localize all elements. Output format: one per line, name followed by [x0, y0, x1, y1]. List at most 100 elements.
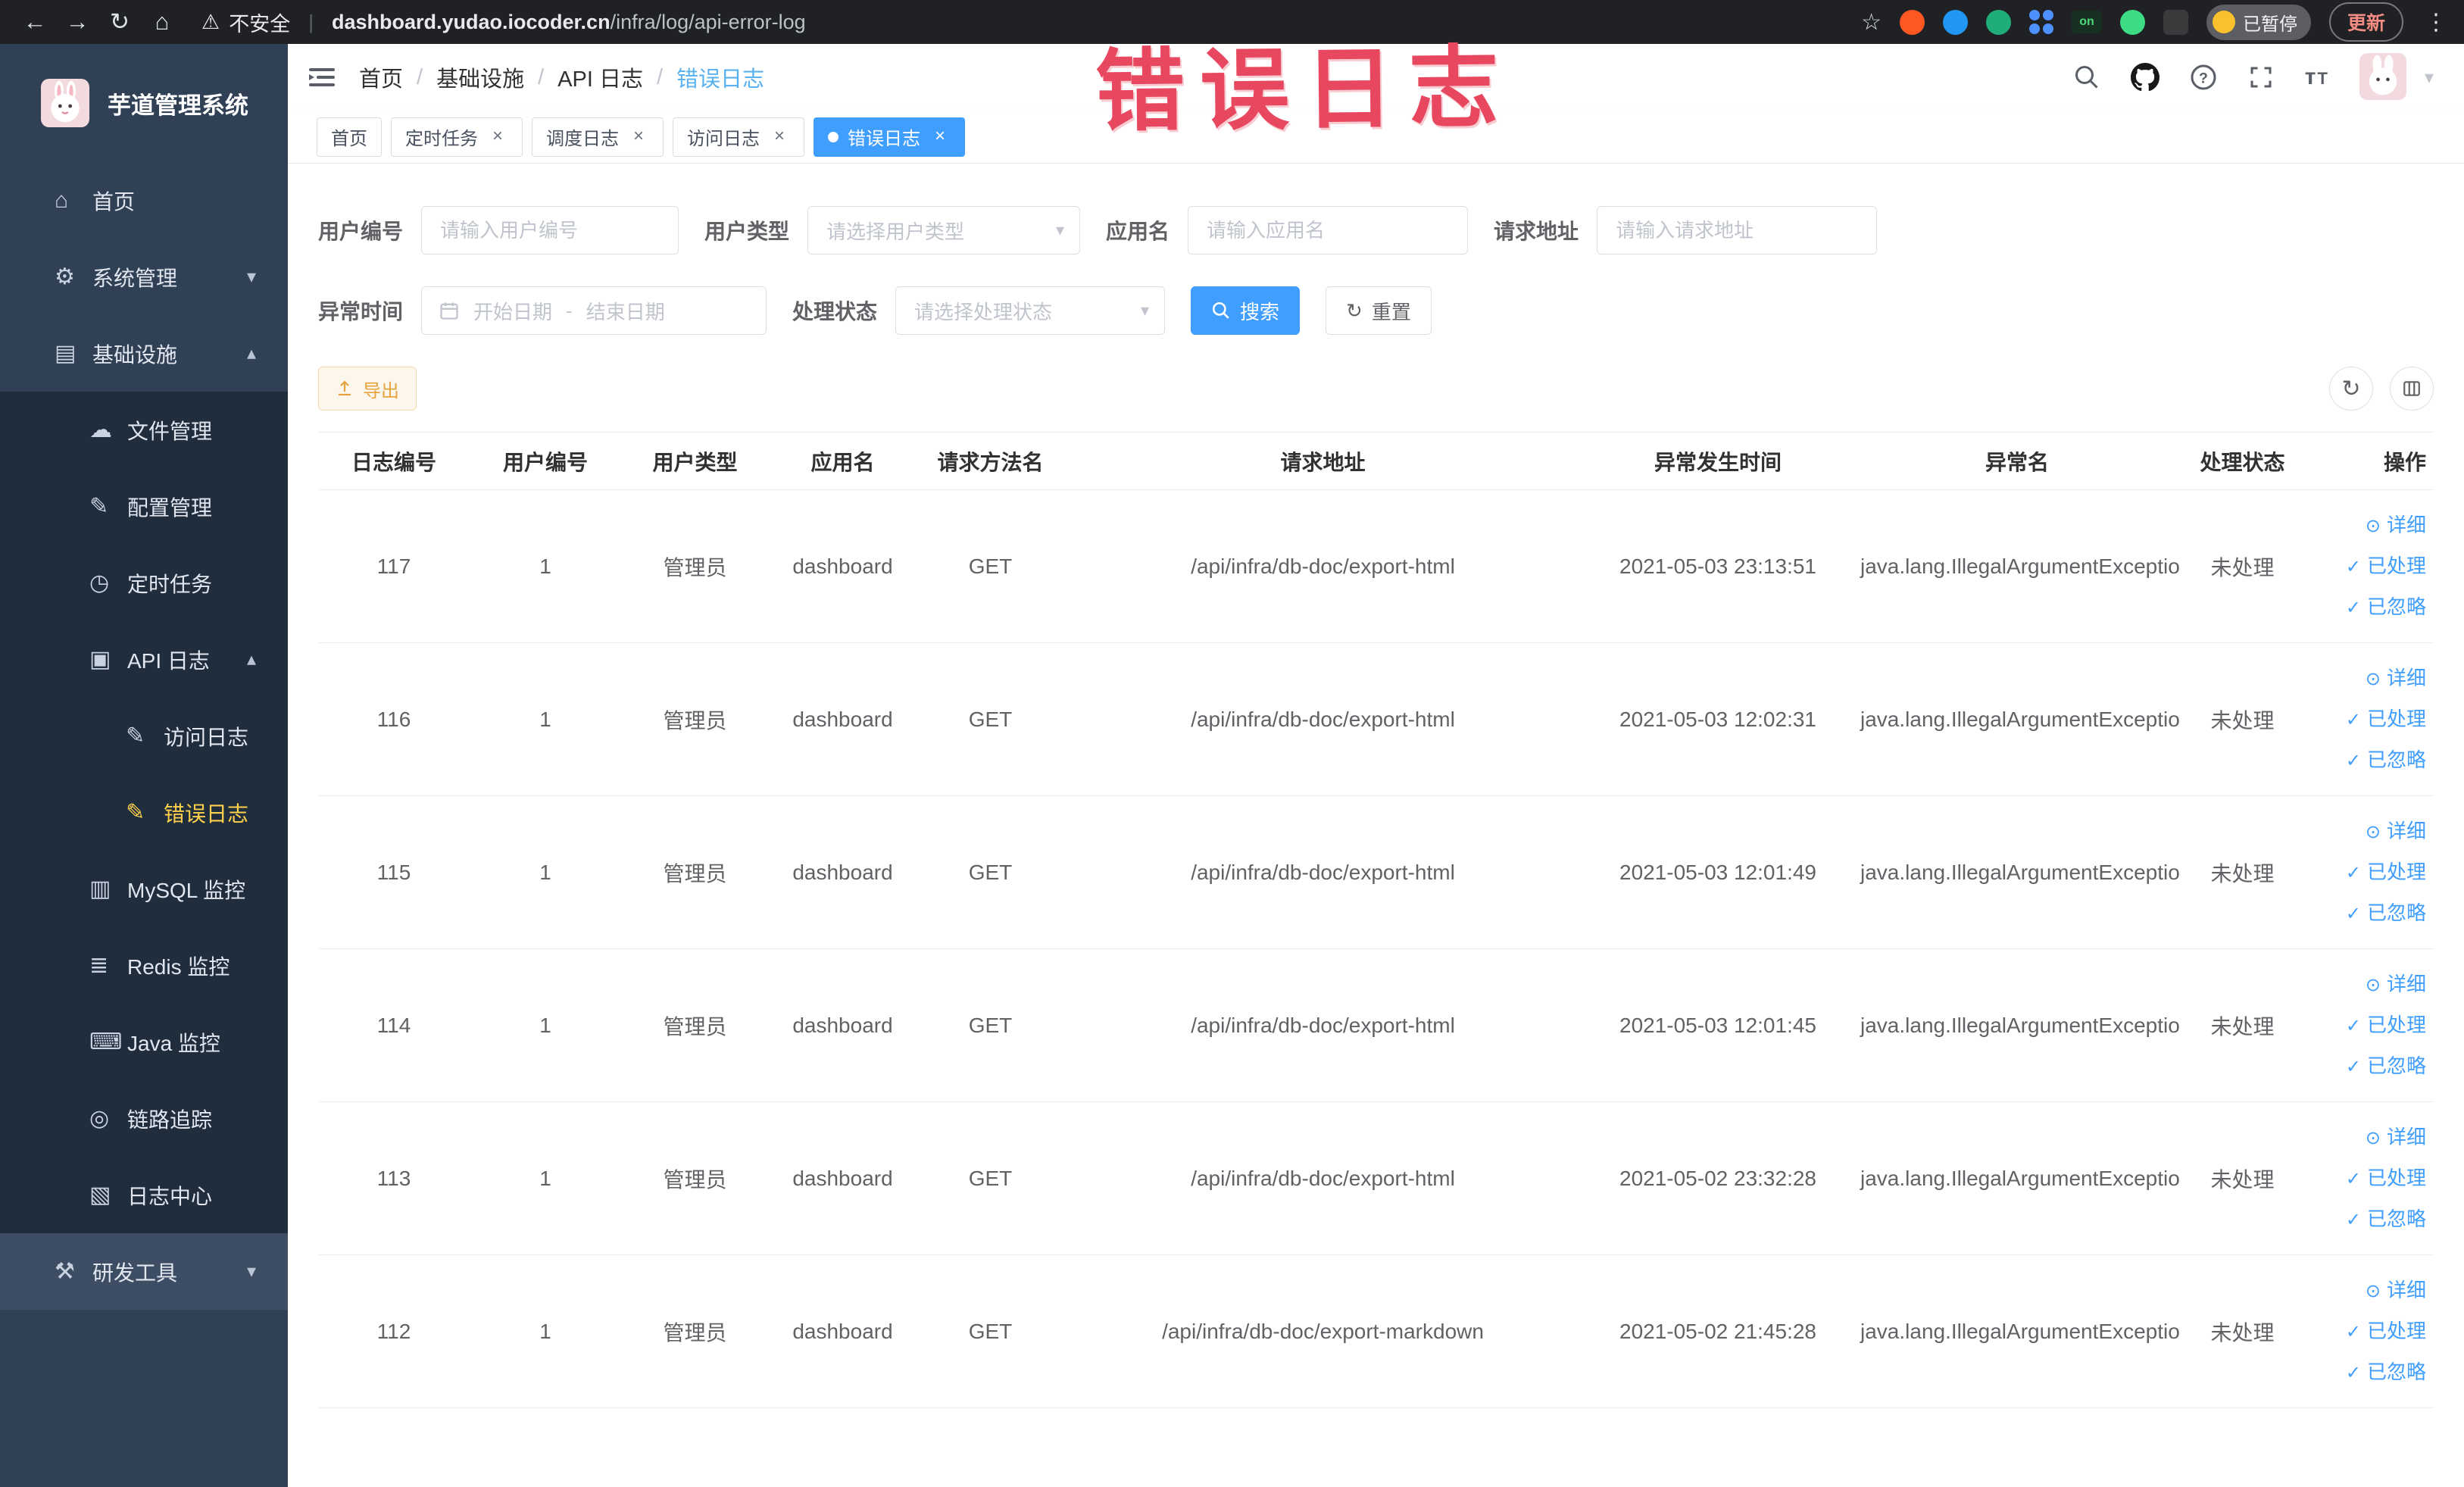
action-detail[interactable]: ⊙ 详细 — [2311, 1117, 2426, 1158]
sidebar-item-home[interactable]: ⌂ 首页 — [0, 162, 288, 239]
sidebar-item-api-log[interactable]: ▣ API 日志 ▴ — [0, 621, 288, 698]
action-detail[interactable]: ⊙ 详细 — [2311, 1270, 2426, 1311]
tag-access-log[interactable]: 访问日志 × — [673, 117, 804, 157]
search-icon — [1211, 301, 1231, 320]
sidebar-item-java[interactable]: ⌨ Java 监控 — [0, 1004, 288, 1080]
chevron-down-icon: ▾ — [246, 267, 256, 287]
sidebar-item-trace[interactable]: ◎ 链路追踪 — [0, 1080, 288, 1157]
action-processed[interactable]: ✓ 已处理 — [2311, 546, 2426, 587]
back-icon[interactable]: ← — [17, 8, 53, 36]
breadcrumb-item[interactable]: 首页 — [359, 61, 403, 93]
sidebar-item-devtools[interactable]: ⚒ 研发工具 ▾ — [0, 1233, 288, 1310]
request-url-input[interactable] — [1597, 206, 1878, 255]
process-status-select[interactable]: 请选择处理状态 ▾ — [895, 286, 1166, 335]
sidebar-item-mysql[interactable]: ▥ MySQL 监控 — [0, 851, 288, 927]
security-chip[interactable]: ⚠ 不安全 — [201, 8, 290, 37]
font-size-icon[interactable]: тT — [2305, 64, 2329, 90]
cell-app-name: dashboard — [792, 1166, 893, 1190]
address-bar[interactable]: dashboard.yudao.iocoder.cn/infra/log/api… — [332, 11, 806, 34]
start-date-placeholder: 开始日期 — [473, 300, 553, 323]
refresh-table-button[interactable]: ↻ — [2329, 367, 2373, 411]
sidebar-item-config[interactable]: ✎ 配置管理 — [0, 468, 288, 545]
edit-square-icon: ✎ — [126, 800, 145, 825]
cell-user-id: 1 — [539, 860, 551, 884]
action-detail[interactable]: ⊙ 详细 — [2311, 505, 2426, 546]
exception-time-range-picker[interactable]: 开始日期 - 结束日期 — [421, 286, 767, 335]
chevron-down-icon: ▾ — [1140, 301, 1150, 320]
action-processed[interactable]: ✓ 已处理 — [2311, 1158, 2426, 1199]
action-ignore[interactable]: ✓ 已忽略 — [2311, 587, 2426, 628]
extension-icon[interactable] — [1985, 9, 2011, 35]
action-detail[interactable]: ⊙ 详细 — [2311, 658, 2426, 699]
browser-update-button[interactable]: 更新 — [2328, 2, 2403, 42]
help-icon[interactable]: ? — [2190, 64, 2217, 91]
action-ignore[interactable]: ✓ 已忽略 — [2311, 740, 2426, 781]
process-status-label: 处理状态 — [792, 300, 878, 323]
export-button[interactable]: 导出 — [318, 367, 417, 411]
column-settings-button[interactable] — [2390, 367, 2434, 411]
tag-close-icon[interactable]: × — [929, 126, 951, 148]
tag-error-log[interactable]: 错误日志 × — [814, 117, 965, 157]
tag-close-icon[interactable]: × — [487, 126, 508, 148]
fullscreen-icon[interactable] — [2247, 64, 2275, 91]
search-icon[interactable] — [2073, 64, 2100, 91]
extension-grid-icon[interactable] — [2028, 10, 2053, 34]
forward-icon[interactable]: → — [59, 8, 95, 36]
action-ignore[interactable]: ✓ 已忽略 — [2311, 1352, 2426, 1393]
user-id-input[interactable] — [421, 206, 679, 255]
paused-badge[interactable]: 已暂停 — [2206, 4, 2311, 40]
sidebar-item-access-log[interactable]: ✎ 访问日志 — [0, 698, 288, 774]
sidebar-item-log-center[interactable]: ▧ 日志中心 — [0, 1157, 288, 1233]
extension-icon[interactable] — [1942, 9, 1968, 35]
cell-url: /api/infra/db-doc/export-html — [1191, 860, 1455, 884]
cell-url: /api/infra/db-doc/export-html — [1191, 707, 1455, 731]
action-ignore[interactable]: ✓ 已忽略 — [2311, 1046, 2426, 1087]
tag-close-icon[interactable]: × — [769, 126, 790, 148]
sidebar-item-label: 基础设施 — [92, 342, 178, 367]
tag-home[interactable]: 首页 — [317, 117, 382, 157]
tag-close-icon[interactable]: × — [628, 126, 649, 148]
action-processed[interactable]: ✓ 已处理 — [2311, 852, 2426, 893]
reload-icon[interactable]: ↻ — [101, 8, 138, 36]
sidebar-item-infra[interactable]: ▤ 基础设施 ▴ — [0, 315, 288, 392]
breadcrumb-item[interactable]: 基础设施 — [436, 61, 524, 93]
chevron-up-icon: ▴ — [246, 649, 256, 670]
date-separator: - — [566, 298, 573, 322]
bookmark-star-icon[interactable]: ☆ — [1861, 9, 1882, 36]
hamburger-icon[interactable] — [308, 65, 336, 89]
sidebar-item-file[interactable]: ☁ 文件管理 — [0, 392, 288, 468]
trace-eye-icon: ◎ — [89, 1106, 110, 1131]
user-id-label: 用户编号 — [318, 220, 404, 243]
reset-button[interactable]: ↻ 重置 — [1326, 286, 1432, 335]
extension-icon[interactable] — [2119, 9, 2145, 35]
app-title: 芋道管理系统 — [108, 92, 248, 119]
extension-icon[interactable] — [2163, 9, 2188, 35]
action-processed[interactable]: ✓ 已处理 — [2311, 699, 2426, 740]
user-type-select[interactable]: 请选择用户类型 ▾ — [807, 206, 1081, 255]
tag-job-log[interactable]: 调度日志 × — [532, 117, 664, 157]
avatar[interactable] — [2359, 53, 2408, 102]
action-ignore[interactable]: ✓ 已忽略 — [2311, 1199, 2426, 1240]
avatar-caret-icon[interactable]: ▾ — [2425, 67, 2434, 89]
check-icon: ✓ — [2345, 1015, 2361, 1036]
browser-menu-icon[interactable]: ⋮ — [2425, 9, 2447, 36]
extension-on-icon[interactable]: on — [2071, 11, 2102, 33]
sidebar-item-job[interactable]: ◷ 定时任务 — [0, 545, 288, 621]
sidebar-item-system[interactable]: ⚙ 系统管理 ▾ — [0, 239, 288, 315]
browser-home-icon[interactable]: ⌂ — [144, 8, 180, 36]
sidebar-item-redis[interactable]: ≣ Redis 监控 — [0, 927, 288, 1004]
sidebar-item-error-log[interactable]: ✎ 错误日志 — [0, 774, 288, 851]
action-processed[interactable]: ✓ 已处理 — [2311, 1005, 2426, 1046]
action-processed[interactable]: ✓ 已处理 — [2311, 1311, 2426, 1352]
github-icon[interactable] — [2130, 63, 2160, 92]
action-detail[interactable]: ⊙ 详细 — [2311, 964, 2426, 1005]
extension-icon[interactable] — [1899, 9, 1925, 35]
tag-job[interactable]: 定时任务 × — [391, 117, 523, 157]
breadcrumb-item[interactable]: API 日志 — [557, 61, 643, 93]
search-button[interactable]: 搜索 — [1191, 286, 1301, 335]
action-ignore[interactable]: ✓ 已忽略 — [2311, 893, 2426, 934]
app-name-input[interactable] — [1188, 206, 1469, 255]
column-header: 应用名 — [810, 450, 875, 474]
check-icon: ✓ — [2345, 1056, 2361, 1077]
action-detail[interactable]: ⊙ 详细 — [2311, 811, 2426, 852]
